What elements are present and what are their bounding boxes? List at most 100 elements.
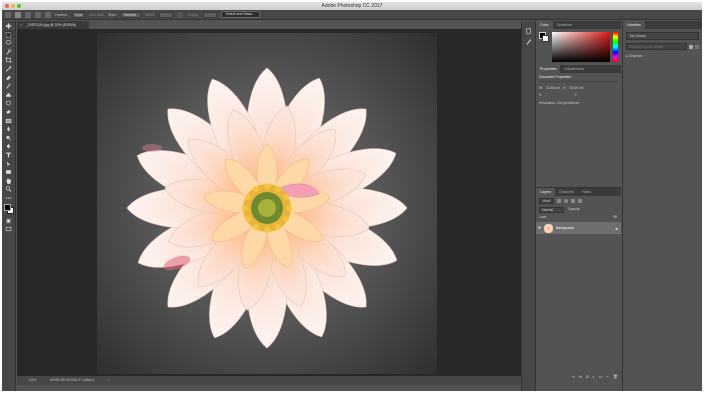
- edit-toolbar-icon[interactable]: [5, 194, 13, 201]
- photo-dahlia-image[interactable]: [97, 33, 437, 374]
- foreground-color-swatch[interactable]: [3, 204, 11, 212]
- path-selection-tool-icon[interactable]: [5, 160, 13, 167]
- add-mask-icon[interactable]: ◘: [586, 374, 588, 379]
- color-panel-tabs: Color Swatches: [536, 21, 621, 29]
- document-tab-label: _DSF2124.jpg @ 33% (RGB/8): [26, 23, 76, 27]
- quick-selection-tool-icon[interactable]: [5, 48, 13, 55]
- crop-tool-icon[interactable]: [5, 57, 13, 64]
- subtract-selection-icon[interactable]: [35, 11, 41, 18]
- document-profile[interactable]: sRGB IEC61966-2.1 (8bpc): [50, 376, 94, 385]
- quick-mask-icon[interactable]: [5, 217, 13, 224]
- zoom-window-button[interactable]: [17, 4, 21, 8]
- expand-arrow-icon[interactable]: ▸: [626, 54, 628, 58]
- intersect-selection-icon[interactable]: [45, 11, 51, 18]
- panels-column: Color Swatches Properties Adjustments Do…: [535, 21, 621, 391]
- minimize-window-button[interactable]: [11, 4, 15, 8]
- library-select[interactable]: My Library: [626, 32, 699, 40]
- tool-preset-picker[interactable]: [5, 11, 11, 18]
- hue-slider[interactable]: [613, 32, 618, 62]
- gradient-tool-icon[interactable]: [5, 117, 13, 124]
- document-tab[interactable]: × _DSF2124.jpg @ 33% (RGB/8): [17, 21, 89, 29]
- swap-width-height-icon[interactable]: [177, 11, 184, 18]
- eraser-tool-icon[interactable]: [5, 109, 13, 116]
- fill-label: Fill:: [612, 215, 618, 219]
- status-bar: 33% sRGB IEC61966-2.1 (8bpc) ›: [17, 376, 521, 385]
- tab-properties[interactable]: Properties: [536, 65, 561, 73]
- feather-input[interactable]: 0 px: [72, 11, 86, 18]
- status-menu-arrow-icon[interactable]: ›: [108, 376, 109, 385]
- history-panel-icon[interactable]: [525, 27, 533, 34]
- layers-empty-area: [536, 234, 621, 374]
- layer-thumbnail: [544, 223, 554, 233]
- tab-libraries[interactable]: Libraries: [623, 21, 645, 29]
- new-layer-icon[interactable]: +: [607, 374, 609, 379]
- h-value[interactable]: 33.85 cm: [569, 86, 583, 90]
- tab-channels[interactable]: Channels: [555, 188, 578, 196]
- width-input[interactable]: [159, 11, 174, 18]
- brush-settings-panel-icon[interactable]: [525, 38, 533, 45]
- layer-row-background[interactable]: ● Background ■: [536, 222, 621, 234]
- graphics-section-label: Graphics: [628, 54, 643, 58]
- photoshop-window: Adobe Photoshop CC 2017 Feather: 0 px An…: [2, 2, 702, 391]
- marquee-tool-icon[interactable]: [4, 31, 13, 39]
- blend-mode-select[interactable]: Normal: [539, 207, 564, 213]
- layer-name[interactable]: Background: [556, 226, 613, 230]
- rectangle-tool-icon[interactable]: [5, 169, 13, 176]
- lock-label: Lock:: [539, 215, 548, 219]
- tools-panel: [2, 21, 16, 391]
- close-window-button[interactable]: [5, 4, 9, 8]
- tab-adjustments[interactable]: Adjustments: [560, 65, 588, 73]
- history-brush-tool-icon[interactable]: [5, 100, 13, 107]
- kind-filter[interactable]: Kind: [539, 198, 554, 204]
- height-label: Height:: [187, 12, 199, 17]
- new-adjustment-icon[interactable]: ◐: [592, 374, 594, 379]
- add-selection-icon[interactable]: [25, 11, 31, 18]
- pen-tool-icon[interactable]: [5, 143, 13, 150]
- hand-tool-icon[interactable]: [5, 177, 13, 184]
- new-selection-icon[interactable]: [15, 11, 21, 18]
- screen-mode-icon[interactable]: [5, 226, 13, 233]
- zoom-level[interactable]: 33%: [29, 376, 36, 385]
- document-properties-title: Document Properties: [539, 75, 618, 82]
- tab-swatches[interactable]: Swatches: [553, 21, 577, 29]
- dahlia-flower-graphic: [97, 33, 437, 374]
- style-select[interactable]: Normal: [120, 11, 141, 18]
- dodge-tool-icon[interactable]: [5, 134, 13, 141]
- anti-alias-checkbox[interactable]: Anti-alias: [89, 13, 104, 17]
- color-field[interactable]: [552, 32, 610, 62]
- eye-icon[interactable]: ●: [538, 225, 541, 231]
- eyedropper-tool-icon[interactable]: [5, 66, 13, 73]
- select-and-mask-button[interactable]: Select and Mask...: [220, 11, 261, 18]
- tab-layers[interactable]: Layers: [536, 188, 555, 196]
- background-color-chip[interactable]: [542, 35, 549, 42]
- grid-view-icon[interactable]: [689, 44, 693, 49]
- filter-adjustment-icon[interactable]: [563, 199, 568, 203]
- library-search-input[interactable]: [626, 43, 687, 50]
- move-tool-icon[interactable]: [5, 23, 13, 30]
- fx-icon[interactable]: fx: [579, 374, 582, 379]
- delete-layer-icon[interactable]: 🗑: [613, 374, 618, 379]
- filter-pixel-icon[interactable]: [556, 199, 561, 203]
- w-value[interactable]: 33.86 cm: [546, 86, 560, 90]
- tab-color[interactable]: Color: [536, 21, 553, 29]
- graphics-section[interactable]: ▸ Graphics: [626, 54, 699, 58]
- healing-brush-tool-icon[interactable]: [5, 74, 13, 81]
- brush-tool-icon[interactable]: [5, 83, 13, 90]
- filter-shape-icon[interactable]: [577, 199, 582, 203]
- height-input[interactable]: [202, 11, 217, 18]
- link-layers-icon[interactable]: ∞: [572, 374, 575, 379]
- new-group-icon[interactable]: ▭: [599, 374, 603, 379]
- lasso-tool-icon[interactable]: [5, 40, 13, 47]
- type-tool-icon[interactable]: [5, 152, 13, 159]
- x-label: X:: [539, 93, 543, 97]
- tab-paths[interactable]: Paths: [578, 188, 595, 196]
- blend-row: Normal Opacity:: [536, 206, 621, 214]
- close-document-icon[interactable]: ×: [20, 21, 22, 29]
- filter-type-icon[interactable]: [570, 199, 575, 203]
- blur-tool-icon[interactable]: [5, 126, 13, 133]
- zoom-tool-icon[interactable]: [5, 186, 13, 193]
- foreground-background-colors[interactable]: [3, 203, 15, 215]
- libraries-panel-tabs: Libraries: [623, 21, 702, 29]
- clone-stamp-tool-icon[interactable]: [5, 91, 13, 98]
- list-view-icon[interactable]: [695, 44, 699, 49]
